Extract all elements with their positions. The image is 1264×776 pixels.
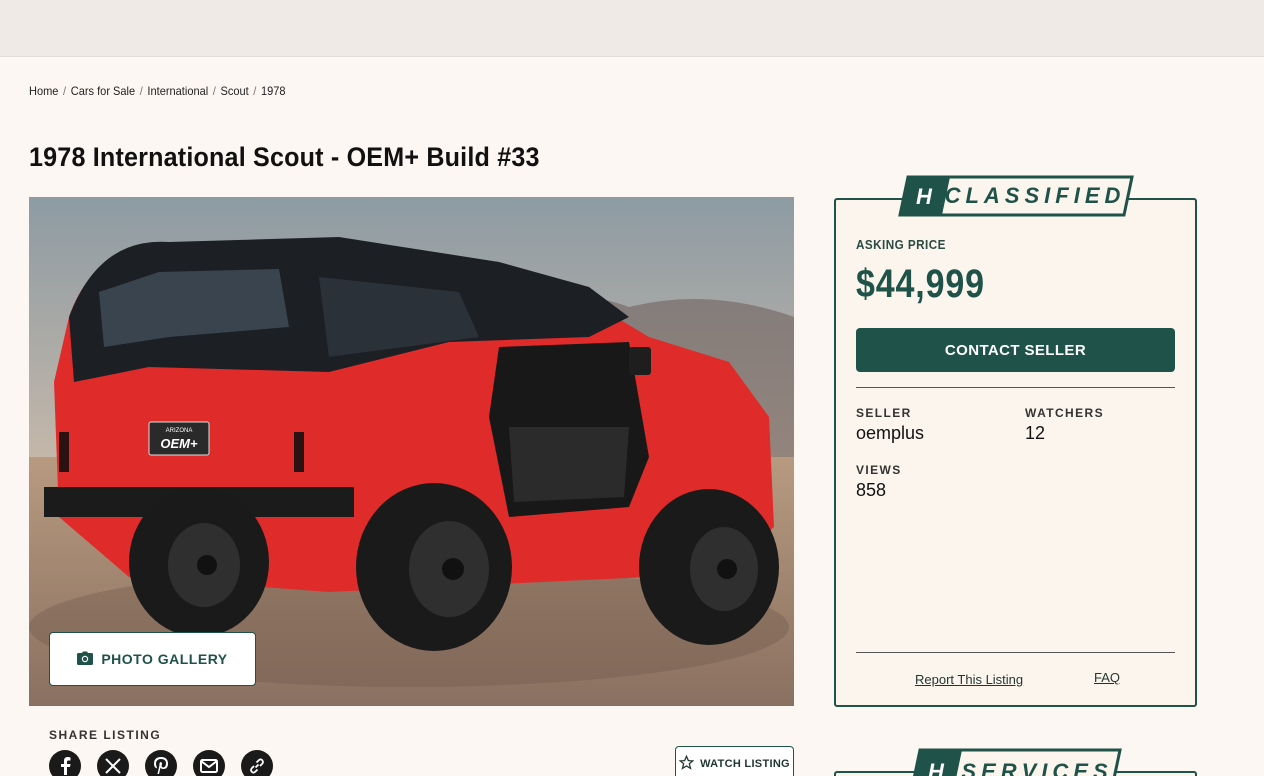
asking-price: $44,999 (856, 262, 985, 306)
breadcrumb-cars-for-sale[interactable]: Cars for Sale (71, 84, 135, 98)
star-icon (678, 754, 695, 773)
faq-link[interactable]: FAQ (1094, 670, 1120, 685)
facebook-icon[interactable] (49, 750, 81, 776)
pinterest-icon[interactable] (145, 750, 177, 776)
breadcrumb-year[interactable]: 1978 (261, 84, 286, 98)
divider (856, 387, 1175, 388)
site-header (0, 0, 1264, 57)
photo-gallery-label: PHOTO GALLERY (101, 651, 228, 667)
views-value: 858 (856, 480, 887, 500)
watch-listing-label: WATCH LISTING (700, 758, 790, 770)
license-plate-state: ARIZONA (166, 428, 193, 434)
breadcrumb-scout[interactable]: Scout (220, 84, 248, 98)
services-banner: H SERVICES (912, 748, 1122, 776)
vehicle-photo: ARIZONA OEM+ (29, 197, 794, 706)
views-label: VIEWS (856, 463, 902, 477)
breadcrumb-home[interactable]: Home (29, 84, 58, 98)
email-icon[interactable] (193, 750, 225, 776)
services-banner-text: SERVICES (961, 759, 1112, 776)
divider (856, 652, 1175, 653)
contact-seller-button[interactable]: CONTACT SELLER (856, 328, 1175, 372)
classified-banner-text: CLASSIFIED (945, 183, 1126, 208)
x-icon[interactable] (97, 750, 129, 776)
camera-icon (77, 651, 94, 668)
share-icons (49, 750, 273, 776)
watch-listing-button[interactable]: WATCH LISTING (675, 746, 794, 776)
breadcrumb-international[interactable]: International (147, 84, 208, 98)
breadcrumb: Home / Cars for Sale / International / Scou… (29, 84, 286, 98)
asking-price-label: ASKING PRICE (856, 237, 946, 252)
hero-photo[interactable]: ARIZONA OEM+ (29, 197, 794, 706)
link-icon[interactable] (241, 750, 273, 776)
classified-banner: H CLASSIFIED (898, 175, 1134, 217)
share-listing-label: SHARE LISTING (49, 728, 162, 742)
page-title: 1978 International Scout - OEM+ Build #3… (29, 142, 540, 172)
report-listing-link[interactable]: Report This Listing (915, 672, 1023, 687)
watchers-label: WATCHERS (1025, 406, 1104, 420)
hagerty-h-logo: H (928, 759, 945, 776)
seller-label: SELLER (856, 406, 912, 420)
photo-gallery-button[interactable]: PHOTO GALLERY (49, 632, 256, 686)
watchers-value: 12 (1025, 423, 1046, 443)
license-plate-text: OEM+ (160, 436, 198, 451)
hagerty-h-logo: H (916, 184, 933, 209)
seller-value[interactable]: oemplus (856, 423, 924, 444)
